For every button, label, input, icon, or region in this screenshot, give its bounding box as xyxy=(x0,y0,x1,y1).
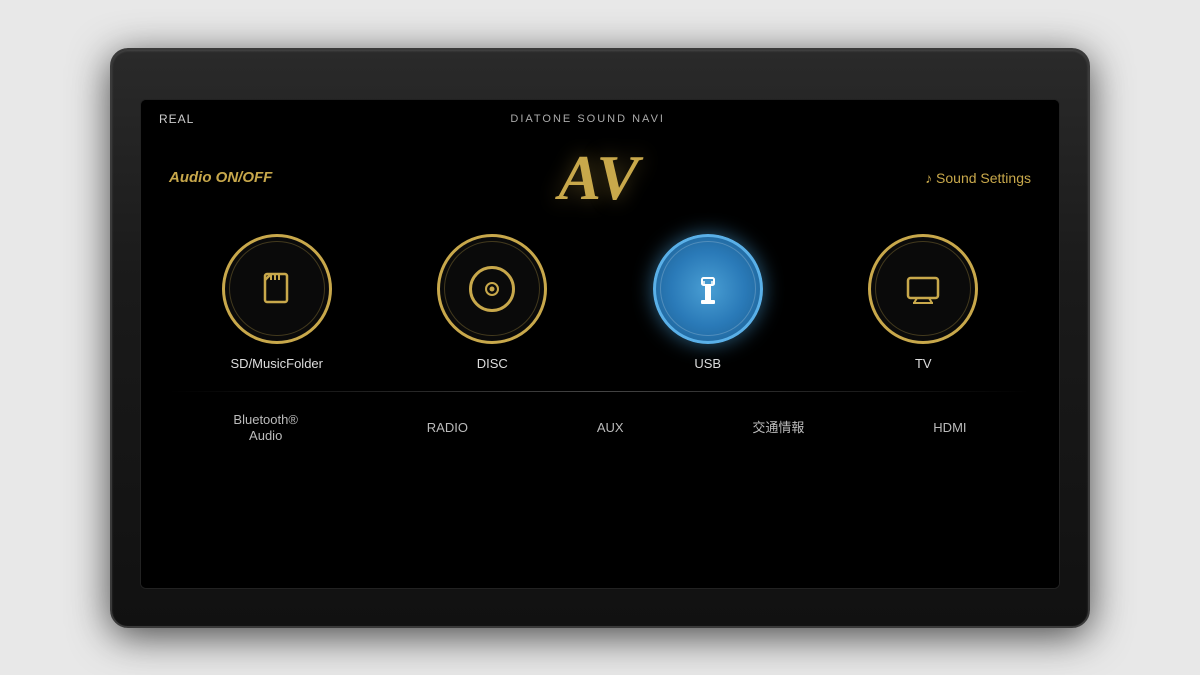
tv-icon xyxy=(900,266,946,312)
divider xyxy=(169,391,1031,392)
brand-label: REAL xyxy=(159,112,194,126)
radio-nav-item[interactable]: RADIO xyxy=(417,416,478,441)
device-unit: REAL DIATONE SOUND NAVI Audio ON/OFF AV … xyxy=(110,48,1090,628)
tv-icon-circle xyxy=(868,234,978,344)
page-title: AV xyxy=(558,146,639,210)
bluetooth-nav-item[interactable]: Bluetooth®Audio xyxy=(223,408,308,450)
main-content: Audio ON/OFF AV ♪ Sound Settings xyxy=(141,136,1059,588)
tv-label: TV xyxy=(915,356,932,371)
disc-icon xyxy=(469,266,515,312)
usb-icon xyxy=(685,266,731,312)
sd-card-icon xyxy=(254,266,300,312)
source-icons-row: SD/MusicFolder DISC xyxy=(169,234,1031,371)
usb-label: USB xyxy=(694,356,721,371)
aux-nav-item[interactable]: AUX xyxy=(587,416,634,441)
sd-label: SD/MusicFolder xyxy=(231,356,323,371)
usb-icon-item[interactable]: USB xyxy=(653,234,763,371)
disc-label: DISC xyxy=(477,356,508,371)
screen: REAL DIATONE SOUND NAVI Audio ON/OFF AV … xyxy=(140,99,1060,589)
audio-toggle-button[interactable]: Audio ON/OFF xyxy=(169,169,272,186)
sd-icon-item[interactable]: SD/MusicFolder xyxy=(222,234,332,371)
tv-icon-item[interactable]: TV xyxy=(868,234,978,371)
disc-icon-item[interactable]: DISC xyxy=(437,234,547,371)
traffic-nav-item[interactable]: 交通情報 xyxy=(742,416,814,441)
model-name-label: DIATONE SOUND NAVI xyxy=(510,113,665,125)
sd-icon-circle xyxy=(222,234,332,344)
disc-icon-circle xyxy=(437,234,547,344)
hdmi-nav-item[interactable]: HDMI xyxy=(923,416,976,441)
header-row: Audio ON/OFF AV ♪ Sound Settings xyxy=(169,146,1031,210)
top-bar: REAL DIATONE SOUND NAVI xyxy=(141,100,1059,136)
sound-settings-button[interactable]: ♪ Sound Settings xyxy=(925,170,1031,186)
bottom-nav: Bluetooth®Audio RADIO AUX 交通情報 HDMI xyxy=(169,408,1031,458)
usb-icon-circle xyxy=(653,234,763,344)
